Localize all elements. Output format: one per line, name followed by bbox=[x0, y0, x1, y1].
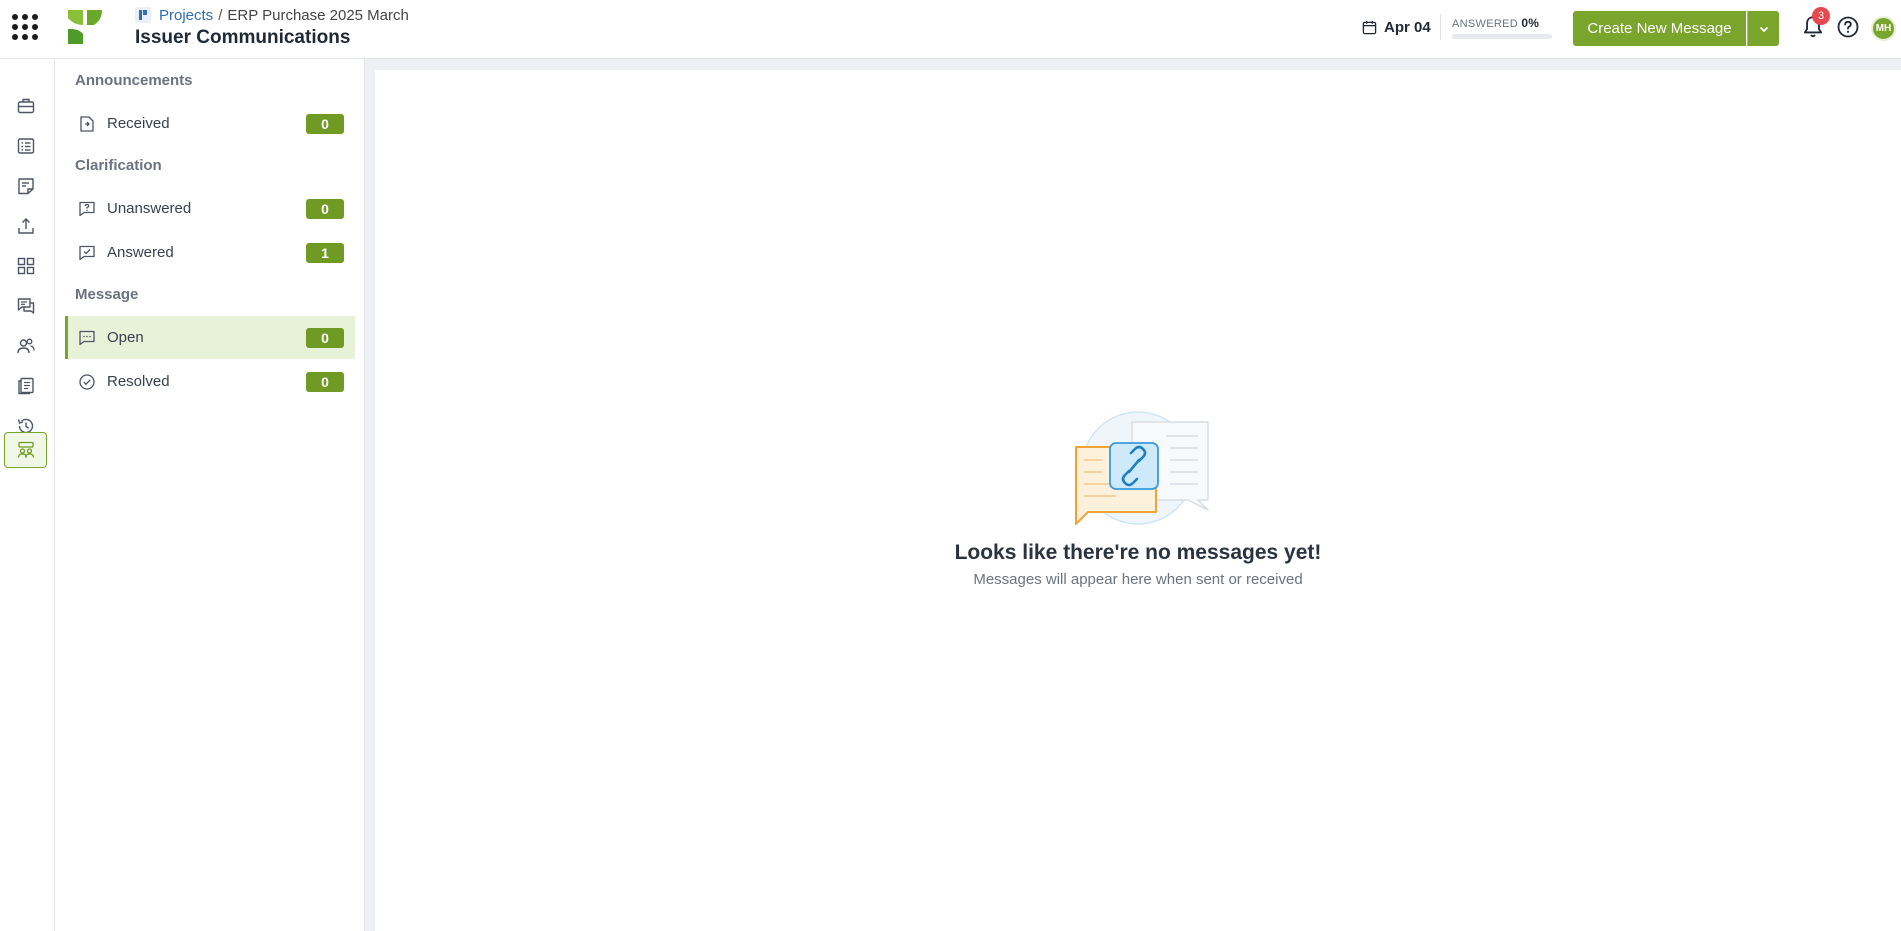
nav-label-open: Open bbox=[107, 329, 144, 346]
due-date-text: Apr 04 bbox=[1384, 18, 1431, 36]
users-icon bbox=[16, 338, 35, 354]
nav-item-open[interactable]: Open 0 bbox=[65, 316, 355, 359]
nav-item-unanswered[interactable]: Unanswered 0 bbox=[65, 187, 355, 230]
app-launcher-icon[interactable] bbox=[12, 14, 38, 40]
left-rail bbox=[0, 59, 55, 931]
answered-label-text: ANSWERED bbox=[1452, 18, 1518, 30]
check-circle-icon bbox=[79, 373, 95, 390]
help-icon[interactable] bbox=[1836, 15, 1860, 39]
create-message-dropdown-button[interactable] bbox=[1747, 11, 1779, 46]
create-new-message-button[interactable]: Create New Message bbox=[1573, 11, 1746, 46]
project-icon bbox=[135, 7, 151, 23]
calendar-icon bbox=[1362, 20, 1377, 34]
upload-icon bbox=[17, 218, 34, 234]
count-badge-received: 0 bbox=[306, 113, 344, 134]
briefcase-icon bbox=[17, 98, 34, 114]
rail-item-users[interactable] bbox=[4, 328, 47, 364]
rail-item-dashboard[interactable] bbox=[4, 248, 47, 284]
rail-item-pages[interactable] bbox=[4, 368, 47, 404]
rail-item-messages[interactable] bbox=[4, 288, 47, 324]
count-badge-unanswered: 0 bbox=[306, 198, 344, 219]
rail-item-projects[interactable] bbox=[4, 88, 47, 124]
dashboard-icon bbox=[17, 257, 34, 275]
rail-item-documents[interactable] bbox=[4, 168, 47, 204]
nav-label-resolved: Resolved bbox=[107, 373, 170, 390]
company-logo[interactable] bbox=[66, 8, 104, 46]
open-message-icon bbox=[79, 330, 95, 345]
user-avatar[interactable]: MH bbox=[1871, 16, 1896, 41]
rail-item-list[interactable] bbox=[4, 128, 47, 164]
list-icon bbox=[17, 138, 34, 154]
received-icon bbox=[80, 115, 94, 132]
count-badge-open: 0 bbox=[306, 327, 344, 348]
page-title: Issuer Communications bbox=[135, 27, 351, 48]
check-message-icon bbox=[79, 245, 95, 260]
nav-label-unanswered: Unanswered bbox=[107, 200, 192, 217]
breadcrumb: Projects / ERP Purchase 2025 March bbox=[135, 6, 409, 24]
rail-item-issuer-communications[interactable] bbox=[4, 432, 47, 468]
section-title-announcements: Announcements bbox=[75, 72, 193, 89]
empty-messages-illustration bbox=[1075, 411, 1209, 525]
nav-item-answered[interactable]: Answered 1 bbox=[65, 231, 355, 274]
due-date: Apr 04 bbox=[1362, 16, 1431, 38]
answered-progress: ANSWERED 0% bbox=[1452, 16, 1554, 39]
chevron-down-icon bbox=[1759, 26, 1768, 32]
nav-label-received: Received bbox=[107, 115, 170, 132]
nav-item-resolved[interactable]: Resolved 0 bbox=[65, 360, 355, 403]
section-title-clarification: Clarification bbox=[75, 157, 162, 174]
count-badge-resolved: 0 bbox=[306, 371, 344, 392]
app-root: Projects / ERP Purchase 2025 March Issue… bbox=[0, 0, 1901, 931]
notification-count-badge: 3 bbox=[1812, 7, 1830, 25]
pages-icon bbox=[17, 377, 34, 395]
breadcrumb-current: ERP Purchase 2025 March bbox=[227, 6, 409, 24]
nav-label-answered: Answered bbox=[107, 244, 174, 261]
communications-nav: Announcements Received 0 Clarification U… bbox=[55, 59, 365, 931]
section-title-message: Message bbox=[75, 286, 139, 303]
answered-label: ANSWERED 0% bbox=[1452, 16, 1554, 30]
breadcrumb-projects-link[interactable]: Projects bbox=[159, 7, 213, 24]
issuer-communications-icon bbox=[17, 441, 34, 458]
count-badge-answered: 1 bbox=[306, 242, 344, 263]
answered-value: 0% bbox=[1521, 16, 1540, 30]
breadcrumb-separator: / bbox=[218, 6, 223, 24]
answered-progress-bar bbox=[1452, 34, 1552, 39]
chat-icon bbox=[17, 298, 34, 314]
nav-item-received[interactable]: Received 0 bbox=[65, 102, 355, 145]
header-divider bbox=[1440, 14, 1441, 40]
question-message-icon bbox=[79, 201, 95, 216]
rail-item-upload[interactable] bbox=[4, 208, 47, 244]
top-bar: Projects / ERP Purchase 2025 March Issue… bbox=[0, 0, 1901, 59]
document-icon bbox=[17, 178, 34, 195]
